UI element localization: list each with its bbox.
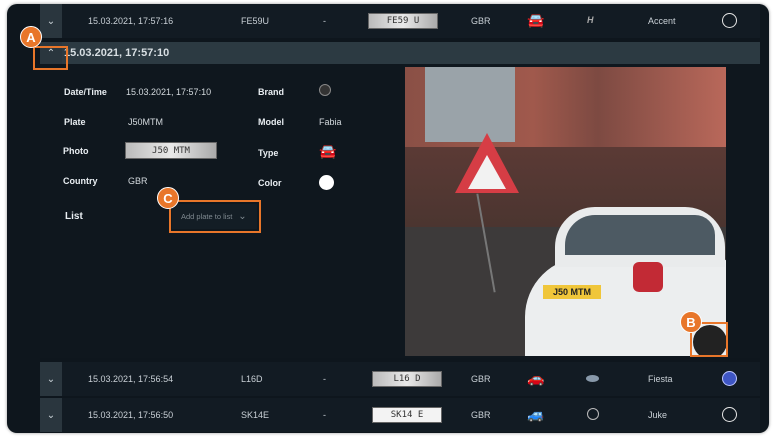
photo-plate: J50 MTM [543,285,601,299]
expanded-datetime: 15.03.2021, 17:57:10 [64,47,170,59]
row-model: Fiesta [648,374,673,384]
expand-button[interactable]: ⌄ [40,362,62,396]
label-brand: Brand [258,87,285,97]
chevron-down-icon: ⌄ [46,15,56,27]
label-color: Color [258,178,282,188]
skoda-logo-icon [319,84,331,96]
value-datetime: 15.03.2021, 17:57:10 [126,87,212,97]
hyundai-logo-icon: H [587,15,594,25]
label-country: Country [63,176,98,186]
color-swatch [722,371,737,386]
row-plate-photo: L16 D [372,371,442,387]
row-list: - [323,16,326,26]
label-photo: Photo [63,146,89,156]
row-datetime: 15.03.2021, 17:56:54 [88,374,174,384]
label-list: List [65,211,83,222]
value-country: GBR [128,176,148,186]
annotation-a-badge: A [20,26,42,48]
chevron-down-icon: ⌄ [46,409,56,421]
chevron-down-icon: ⌄ [46,373,56,385]
color-swatch [319,175,334,190]
hatchback-icon: 🚘 [319,143,337,159]
table-row[interactable]: ⌄ 15.03.2021, 17:56:50 SK14E - SK14 E GB… [40,398,760,432]
row-datetime: 15.03.2021, 17:57:16 [88,16,174,26]
table-row[interactable]: ⌄ 15.03.2021, 17:56:54 L16D - L16 D GBR … [40,362,760,396]
expand-button[interactable]: ⌄ [40,4,62,38]
row-plate-photo: FE59 U [368,13,438,29]
table-row[interactable]: ⌄ 15.03.2021, 17:57:16 FE59U - FE59 U GB… [40,4,760,38]
sedan-icon: 🚘 [527,12,545,28]
row-model: Accent [648,16,676,26]
hatchback-icon: 🚗 [527,370,545,386]
row-plate: SK14E [241,410,270,420]
label-plate: Plate [64,117,86,127]
row-country: GBR [471,410,491,420]
annotation-c-badge: C [157,187,179,209]
annotation-a-highlight [33,46,68,70]
value-model: Fabia [319,117,342,127]
row-model: Juke [648,410,668,420]
annotation-c-highlight [169,200,261,233]
nissan-logo-icon [587,408,599,420]
label-type: Type [258,148,279,158]
color-swatch [722,407,737,422]
expanded-row-header[interactable]: ⌃ 15.03.2021, 17:57:10 [40,42,760,64]
row-country: GBR [471,374,491,384]
vehicle-photo[interactable]: J50 MTM [405,67,726,356]
ford-logo-icon [586,375,599,382]
row-plate: FE59U [241,16,270,26]
plate-photo: J50 MTM [125,142,217,159]
label-model: Model [258,117,284,127]
annotation-b-badge: B [680,311,702,333]
row-country: GBR [471,16,491,26]
row-list: - [323,374,326,384]
color-swatch [722,13,737,28]
suv-icon: 🚙 [527,406,545,422]
expand-button[interactable]: ⌄ [40,398,62,432]
value-plate: J50MTM [128,117,164,127]
row-plate: L16D [241,374,263,384]
row-plate-photo: SK14 E [372,407,442,423]
label-datetime: Date/Time [64,87,107,97]
row-datetime: 15.03.2021, 17:56:50 [88,410,174,420]
row-list: - [323,410,326,420]
